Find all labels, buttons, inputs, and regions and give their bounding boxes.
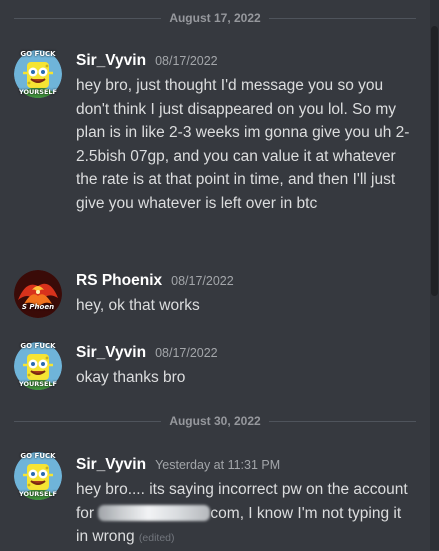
date-divider-label: August 30, 2022 xyxy=(169,414,261,428)
avatar-caption-top: GO FUCK xyxy=(20,452,56,460)
scrollbar-track[interactable] xyxy=(430,0,439,550)
avatar-caption-top: GO FUCK xyxy=(20,50,56,58)
author-name[interactable]: Sir_Vyvin xyxy=(76,344,146,362)
avatar-caption-top: GO FUCK xyxy=(20,342,56,350)
author-name[interactable]: Sir_Vyvin xyxy=(76,456,146,474)
message-timestamp: 08/17/2022 xyxy=(171,274,234,288)
message-header: Sir_Vyvin Yesterday at 11:31 PM xyxy=(76,456,280,474)
date-divider: August 17, 2022 xyxy=(14,10,416,26)
message-timestamp: 08/17/2022 xyxy=(155,54,218,68)
message-header: Sir_Vyvin 08/17/2022 xyxy=(76,52,218,70)
message-timestamp: 08/17/2022 xyxy=(155,346,218,360)
message-header: Sir_Vyvin 08/17/2022 xyxy=(76,344,218,362)
message-content: hey bro, just thought I'd message you so… xyxy=(76,77,410,212)
avatar-caption-bottom: YOURSELF xyxy=(19,88,57,96)
edited-label: (edited) xyxy=(138,532,175,544)
message-content: hey, ok that works xyxy=(76,297,200,314)
chat-message-list: August 17, 2022 GO FUCK YOURSELF Sir_Vyv… xyxy=(0,0,430,550)
message-timestamp: Yesterday at 11:31 PM xyxy=(155,458,281,472)
avatar-caption-bottom: YOURSELF xyxy=(19,490,57,498)
avatar-caption: S Phoen xyxy=(21,303,55,311)
author-name[interactable]: RS Phoenix xyxy=(76,272,162,290)
scrollbar-thumb[interactable] xyxy=(431,26,438,296)
date-divider-label: August 17, 2022 xyxy=(169,11,261,25)
author-name[interactable]: Sir_Vyvin xyxy=(76,52,146,70)
redacted-email xyxy=(98,504,211,521)
avatar-caption-bottom: YOURSELF xyxy=(19,380,57,388)
message-header: RS Phoenix 08/17/2022 xyxy=(76,272,234,290)
message-content: okay thanks bro xyxy=(76,369,186,386)
date-divider: August 30, 2022 xyxy=(14,413,416,429)
message-content: hey bro.... its saying incorrect pw on t… xyxy=(76,478,416,551)
